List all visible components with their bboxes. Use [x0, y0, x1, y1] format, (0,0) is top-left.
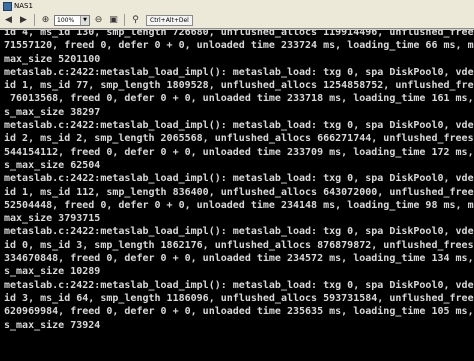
console-line: metaslab.c:2422:metaslab_load_impl(): me…: [4, 66, 474, 78]
toolbar-divider: [124, 14, 125, 26]
console-line: s_max_size 73924: [4, 319, 101, 331]
console-line: 71557120, freed 0, defer 0 + 0, unloaded…: [4, 40, 474, 52]
console-line: s_max_size 38297: [4, 106, 101, 118]
chevron-down-icon: ▼: [80, 15, 89, 25]
console-line: 334670848, freed 0, defer 0 + 0, unloade…: [4, 253, 474, 265]
console-line: 620969984, freed 0, defer 0 + 0, unloade…: [4, 306, 474, 318]
zoom-select[interactable]: 100% ▼: [54, 14, 90, 26]
console-line: id 4, ms_id 130, smp_length 726680, unfl…: [4, 30, 474, 38]
console-line: 52504448, freed 0, defer 0 + 0, unloaded…: [4, 199, 474, 211]
console-output: id 4, ms_id 130, smp_length 726680, unfl…: [0, 30, 474, 332]
console-line: max_size 3793715: [4, 213, 101, 225]
toolbar-divider: [34, 14, 35, 26]
viewer-toolbar: ◀ ▶ ⊕ 100% ▼ ⊖ ▣ ⚲ Ctrl+Alt+Del: [0, 12, 474, 29]
console-line: metaslab.c:2422:metaslab_load_impl(): me…: [4, 279, 474, 291]
console-line: id 1, ms_id 77, smp_length 1809528, unfl…: [4, 80, 474, 92]
console-line: id 2, ms_id 2, smp_length 2065568, unflu…: [4, 133, 474, 145]
console-line: 76013568, freed 0, defer 0 + 0, unloaded…: [4, 93, 474, 105]
zoom-out-icon[interactable]: ⊖: [92, 14, 105, 27]
console-screen[interactable]: id 4, ms_id 130, smp_length 726680, unfl…: [0, 30, 474, 361]
back-icon[interactable]: ◀: [2, 14, 15, 27]
zoom-in-icon[interactable]: ⊕: [39, 14, 52, 27]
console-line: 544154112, freed 0, defer 0 + 0, unloade…: [4, 146, 474, 158]
console-line: metaslab.c:2422:metaslab_load_impl(): me…: [4, 173, 474, 185]
forward-icon[interactable]: ▶: [17, 14, 30, 27]
ctrl-alt-del-button[interactable]: Ctrl+Alt+Del: [146, 14, 193, 26]
console-line: s_max_size 62504: [4, 159, 101, 171]
app-icon: [3, 2, 12, 11]
window-title: NAS1: [14, 2, 33, 10]
console-line: s_max_size 10289: [4, 266, 101, 278]
console-line: metaslab.c:2422:metaslab_load_impl(): me…: [4, 120, 474, 132]
console-line: metaslab.c:2422:metaslab_load_impl(): me…: [4, 226, 474, 238]
zoom-value: 100%: [57, 16, 75, 24]
console-line: max_size 5201100: [4, 53, 101, 65]
console-line: id 1, ms_id 112, smp_length 836400, unfl…: [4, 186, 474, 198]
console-line: id 3, ms_id 64, smp_length 1186096, unfl…: [4, 292, 474, 304]
search-icon[interactable]: ⚲: [129, 14, 142, 27]
fit-icon[interactable]: ▣: [107, 14, 120, 27]
console-line: id 0, ms_id 3, smp_length 1862176, unflu…: [4, 239, 474, 251]
